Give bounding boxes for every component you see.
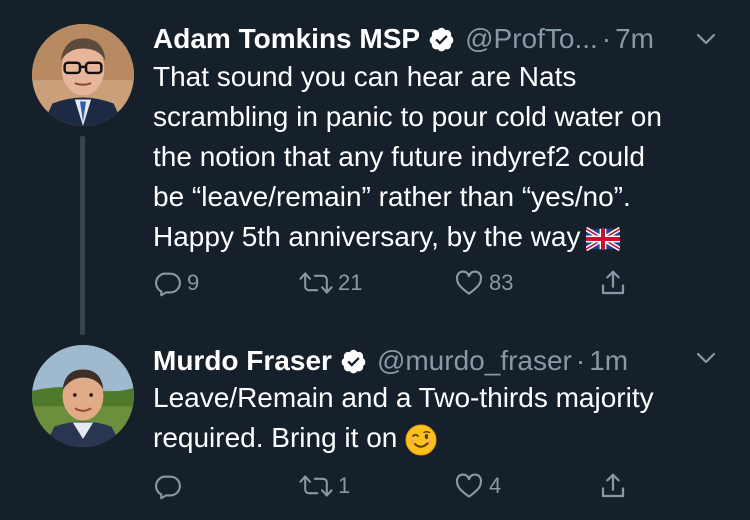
tweet-text-line: scrambling in panic to pour cold water o… [153, 101, 662, 132]
tweet[interactable]: Murdo Fraser @murdo_fraser · 1m Leave/Re… [0, 335, 750, 520]
tweet-text-line: Happy 5th anniversary, by the way [153, 221, 581, 252]
avatar[interactable] [32, 24, 134, 126]
tweet-actions: 1 4 [153, 469, 673, 503]
tweet-text-line: the notion that any future indyref2 coul… [153, 141, 645, 172]
like-icon [453, 471, 485, 501]
verified-badge-icon [340, 348, 367, 375]
chevron-down-icon[interactable] [694, 27, 718, 51]
tweet-text-line-with-emoji: required. Bring it on [153, 418, 728, 458]
uk-flag-icon [586, 226, 621, 252]
retweet-count: 21 [338, 270, 363, 295]
tweet-text-line: That sound you can hear are Nats [153, 61, 577, 92]
display-name[interactable]: Adam Tomkins MSP [153, 19, 420, 59]
like-button[interactable]: 4 [453, 469, 501, 503]
share-icon [598, 267, 628, 299]
winking-face-icon [405, 424, 437, 456]
like-count: 4 [489, 473, 502, 498]
retweet-button[interactable]: 1 [298, 469, 350, 503]
retweet-button[interactable]: 21 [298, 266, 362, 300]
tweet-text-line: Leave/Remain and a Two-thirds majority [153, 382, 654, 413]
tweet-header: Murdo Fraser @murdo_fraser · 1m [153, 341, 628, 381]
reply-icon [153, 268, 183, 298]
tweet-text-line-with-emoji: Happy 5th anniversary, by the way [153, 217, 728, 257]
reply-button[interactable]: 9 [153, 266, 199, 300]
thread-connector [80, 136, 85, 335]
tweet-text-line: required. Bring it on [153, 422, 398, 453]
tweet[interactable]: Adam Tomkins MSP @ProfTo... · 7m That so… [0, 0, 750, 335]
share-icon [598, 470, 628, 502]
verified-badge-icon [428, 26, 455, 53]
timestamp[interactable]: 7m [615, 19, 654, 59]
handle[interactable]: @murdo_fraser [377, 341, 572, 381]
share-button[interactable] [598, 266, 628, 300]
share-button[interactable] [598, 469, 628, 503]
reply-icon [153, 471, 183, 501]
handle[interactable]: @ProfTo... [465, 19, 598, 59]
tweet-actions: 9 21 83 [153, 266, 673, 300]
avatar[interactable] [32, 345, 134, 447]
like-icon [453, 268, 485, 298]
like-button[interactable]: 83 [453, 266, 513, 300]
retweet-icon [298, 268, 334, 298]
chevron-down-icon[interactable] [694, 346, 718, 370]
separator: · [601, 23, 612, 54]
tweet-header: Adam Tomkins MSP @ProfTo... · 7m [153, 19, 654, 59]
tweet-text: Leave/Remain and a Two-thirds majority r… [153, 378, 728, 458]
reply-button[interactable] [153, 469, 187, 503]
reply-count: 9 [187, 270, 200, 295]
tweet-text-line: be “leave/remain” rather than “yes/no”. [153, 181, 631, 212]
retweet-icon [298, 471, 334, 501]
like-count: 83 [489, 270, 514, 295]
display-name[interactable]: Murdo Fraser [153, 341, 332, 381]
timestamp[interactable]: 1m [589, 341, 628, 381]
retweet-count: 1 [338, 473, 351, 498]
tweet-text: That sound you can hear are Nats scrambl… [153, 57, 728, 257]
separator: · [575, 345, 586, 376]
